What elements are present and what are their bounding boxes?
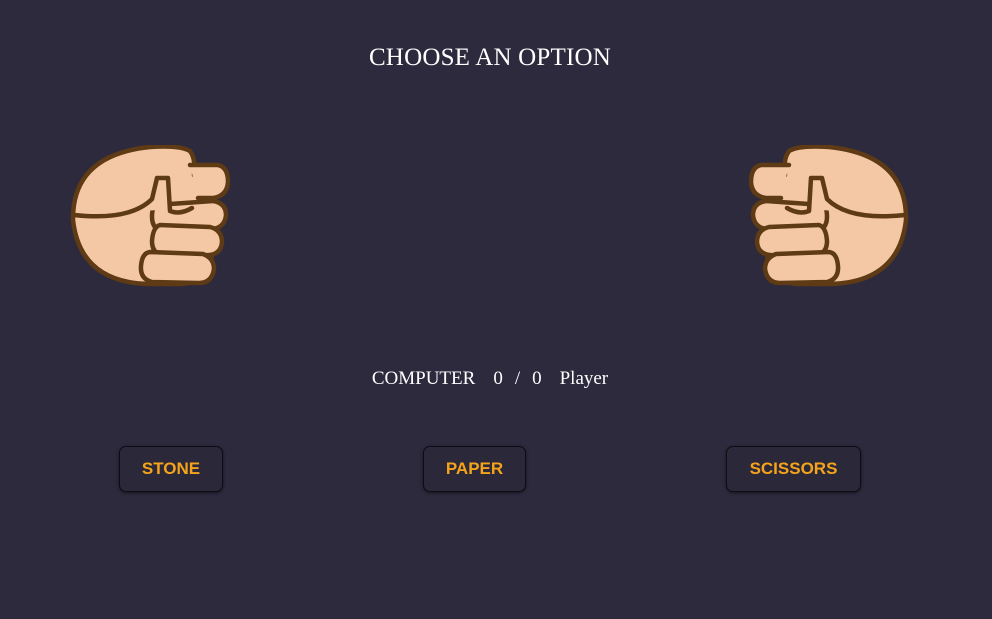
stone-button[interactable]: STONE <box>119 446 223 492</box>
player-score: 0 <box>532 368 542 389</box>
page-title: CHOOSE AN OPTION <box>368 44 612 71</box>
fist-icon <box>749 145 909 287</box>
scissors-button[interactable]: SCISSORS <box>726 446 861 492</box>
computer-label: COMPUTER <box>371 368 476 389</box>
paper-button[interactable]: PAPER <box>423 446 526 492</box>
computer-score: 0 <box>493 368 503 389</box>
fist-icon <box>70 145 230 287</box>
score-separator: / <box>514 368 521 389</box>
scoreboard: COMPUTER 0 / 0 Player <box>0 368 980 390</box>
player-label: Player <box>559 368 609 389</box>
computer-hand <box>70 145 230 287</box>
player-hand <box>749 145 909 287</box>
